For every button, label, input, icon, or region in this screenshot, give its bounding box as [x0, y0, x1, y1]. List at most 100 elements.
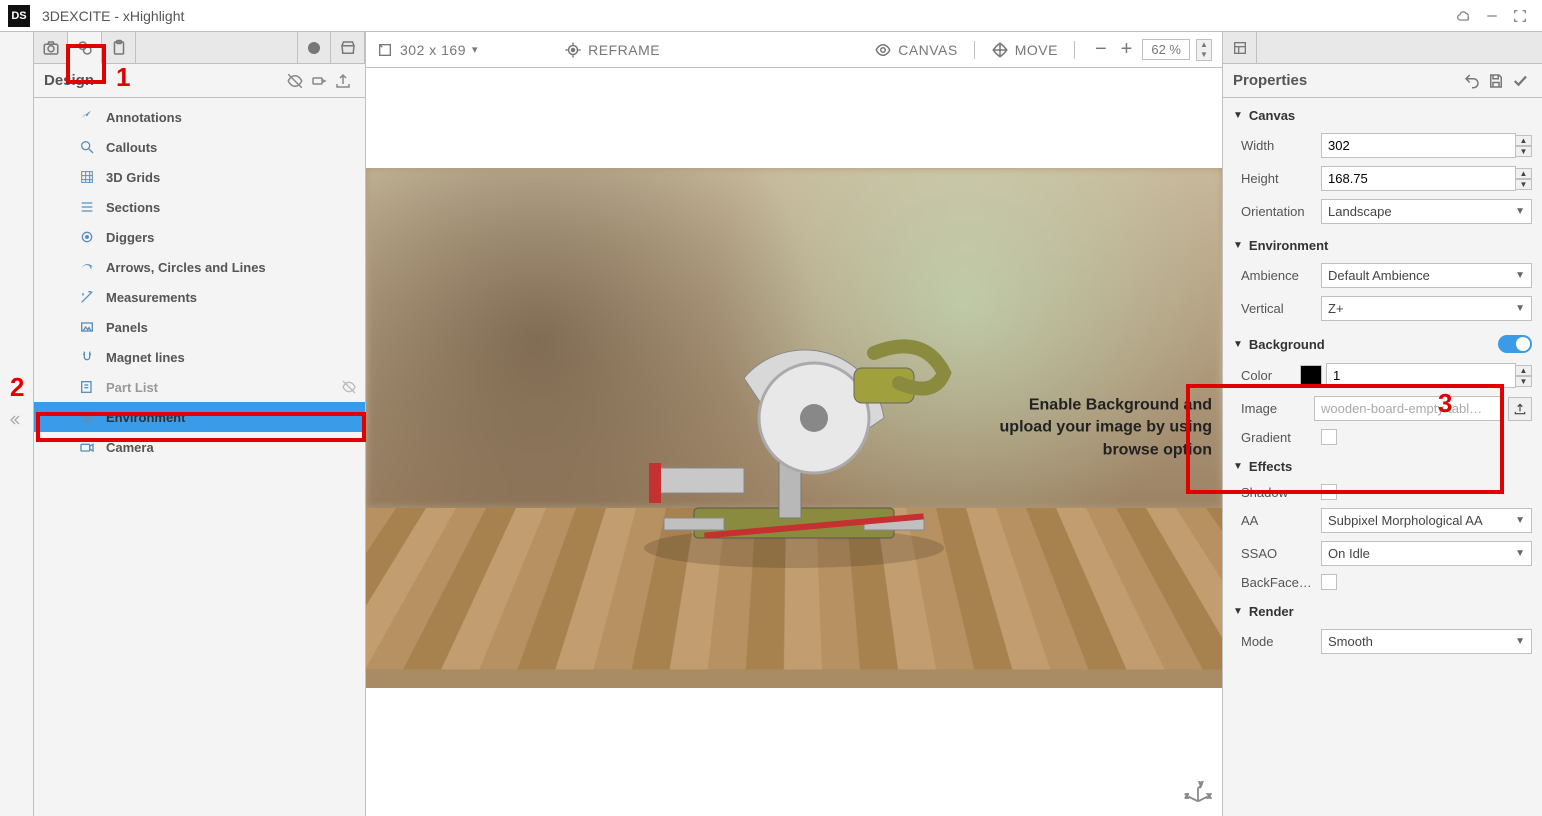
- save-button[interactable]: [1484, 69, 1508, 93]
- shadow-checkbox[interactable]: [1321, 484, 1337, 500]
- eye-off-icon[interactable]: [341, 379, 357, 395]
- measure-icon: [78, 288, 96, 306]
- design-panel-header: Design: [34, 64, 365, 98]
- zoom-in-button[interactable]: +: [1117, 38, 1137, 61]
- tab-globe[interactable]: [297, 32, 331, 64]
- mode-select[interactable]: Smooth ▼: [1321, 629, 1532, 654]
- miter-saw-model: [614, 268, 974, 588]
- tab-camera[interactable]: [34, 32, 68, 64]
- undo-button[interactable]: [1460, 69, 1484, 93]
- color-label: Color: [1241, 368, 1292, 383]
- tab-design[interactable]: [68, 32, 102, 64]
- maximize-button[interactable]: [1506, 2, 1534, 30]
- upload-image-button[interactable]: [1508, 397, 1532, 421]
- left-panel-tabs: [34, 32, 365, 64]
- zoom-value[interactable]: 62 %: [1142, 39, 1190, 60]
- magnet-icon: [78, 348, 96, 366]
- dimensions-group[interactable]: 302 x 169 ▾: [376, 41, 478, 59]
- sidebar-item-label: Panels: [106, 320, 148, 335]
- vertical-select[interactable]: Z+ ▼: [1321, 296, 1532, 321]
- width-stepper[interactable]: ▲▼: [1516, 135, 1532, 157]
- height-stepper[interactable]: ▲▼: [1516, 168, 1532, 190]
- camera-icon: [78, 438, 96, 456]
- right-panel: Properties ▼ Canvas Width ▲▼: [1222, 32, 1542, 816]
- ambience-select[interactable]: Default Ambience ▼: [1321, 263, 1532, 288]
- sidebar-item-3dgrids[interactable]: 3D Grids: [34, 162, 365, 192]
- tab-properties[interactable]: [1223, 32, 1257, 64]
- minimize-button[interactable]: [1478, 2, 1506, 30]
- properties-title: Properties: [1233, 72, 1307, 89]
- sidebar-item-diggers[interactable]: Diggers: [34, 222, 365, 252]
- sidebar-item-environment[interactable]: Environment: [34, 402, 365, 432]
- svg-text:z: z: [1185, 793, 1189, 800]
- section-canvas-header[interactable]: ▼ Canvas: [1223, 102, 1542, 129]
- aa-label: AA: [1241, 513, 1313, 528]
- label-icon[interactable]: [307, 69, 331, 93]
- callout-line: browse option: [1000, 439, 1212, 461]
- zoom-stepper[interactable]: ▲▼: [1196, 39, 1212, 61]
- zoom-out-button[interactable]: −: [1091, 38, 1111, 61]
- partlist-icon: [78, 378, 96, 396]
- reframe-button[interactable]: REFRAME: [564, 41, 660, 59]
- canvas-button[interactable]: CANVAS: [874, 41, 975, 59]
- aa-value: Subpixel Morphological AA: [1328, 513, 1483, 528]
- opacity-stepper[interactable]: ▲▼: [1516, 365, 1532, 387]
- cloud-icon[interactable]: [1450, 2, 1478, 30]
- sidebar-item-label: Arrows, Circles and Lines: [106, 260, 266, 275]
- triangle-down-icon: ▼: [1233, 240, 1243, 251]
- orientation-select[interactable]: Landscape ▼: [1321, 199, 1532, 224]
- eye-off-icon[interactable]: [283, 69, 307, 93]
- height-input[interactable]: [1321, 166, 1516, 191]
- sidebar-item-callouts[interactable]: Callouts: [34, 132, 365, 162]
- sidebar-item-label: Callouts: [106, 140, 157, 155]
- triangle-down-icon: ▼: [1233, 339, 1243, 350]
- ssao-value: On Idle: [1328, 546, 1370, 561]
- sidebar-item-panels[interactable]: Panels: [34, 312, 365, 342]
- section-render-header[interactable]: ▼ Render: [1223, 598, 1542, 625]
- sidebar-item-arrows[interactable]: Arrows, Circles and Lines: [34, 252, 365, 282]
- sidebar-item-partlist[interactable]: Part List: [34, 372, 365, 402]
- center-area: 302 x 169 ▾ REFRAME CANVAS MOVE − + 62 %: [366, 32, 1222, 816]
- section-background-header[interactable]: ▼ Background: [1223, 329, 1542, 359]
- backface-checkbox[interactable]: [1321, 574, 1337, 590]
- tab-store[interactable]: [331, 32, 365, 64]
- triangle-down-icon: ▼: [1233, 461, 1243, 472]
- background-toggle[interactable]: [1498, 335, 1532, 353]
- sidebar-item-magnetlines[interactable]: Magnet lines: [34, 342, 365, 372]
- sidebar-item-label: Part List: [106, 380, 158, 395]
- color-swatch[interactable]: [1300, 365, 1322, 387]
- backface-label: BackFace…: [1241, 575, 1313, 590]
- move-icon: [991, 41, 1009, 59]
- sidebar-item-annotations[interactable]: Annotations: [34, 102, 365, 132]
- section-effects-header[interactable]: ▼ Effects: [1223, 453, 1542, 480]
- width-input[interactable]: [1321, 133, 1516, 158]
- chevron-down-icon: ▾: [472, 43, 478, 56]
- opacity-input[interactable]: [1326, 363, 1516, 388]
- tab-clipboard[interactable]: [102, 32, 136, 64]
- sidebar-item-measurements[interactable]: Measurements: [34, 282, 365, 312]
- canvas-viewport[interactable]: Enable Background and upload your image …: [366, 68, 1222, 816]
- mode-label: Mode: [1241, 634, 1313, 649]
- sidebar-item-label: Sections: [106, 200, 160, 215]
- canvas-toolbar: 302 x 169 ▾ REFRAME CANVAS MOVE − + 62 %: [366, 32, 1222, 68]
- sidebar-item-label: Diggers: [106, 230, 154, 245]
- sidebar-item-sections[interactable]: Sections: [34, 192, 365, 222]
- image-input[interactable]: [1314, 396, 1504, 421]
- apply-button[interactable]: [1508, 69, 1532, 93]
- ssao-select[interactable]: On Idle ▼: [1321, 541, 1532, 566]
- axis-gizmo-icon[interactable]: y z x: [1184, 778, 1212, 806]
- digger-icon: [78, 228, 96, 246]
- upload-icon[interactable]: [331, 69, 355, 93]
- sidebar-item-camera[interactable]: Camera: [34, 432, 365, 462]
- chevron-down-icon: ▼: [1515, 270, 1525, 281]
- chevron-left-icon[interactable]: [9, 412, 25, 428]
- gradient-checkbox[interactable]: [1321, 429, 1337, 445]
- ambience-label: Ambience: [1241, 268, 1313, 283]
- move-button[interactable]: MOVE: [991, 41, 1075, 59]
- shadow-label: Shadow: [1241, 485, 1313, 500]
- triangle-down-icon: ▼: [1233, 110, 1243, 121]
- section-canvas-body: Width ▲▼ Height ▲▼ Orientation: [1223, 129, 1542, 232]
- aa-select[interactable]: Subpixel Morphological AA ▼: [1321, 508, 1532, 533]
- gradient-label: Gradient: [1241, 430, 1313, 445]
- section-environment-header[interactable]: ▼ Environment: [1223, 232, 1542, 259]
